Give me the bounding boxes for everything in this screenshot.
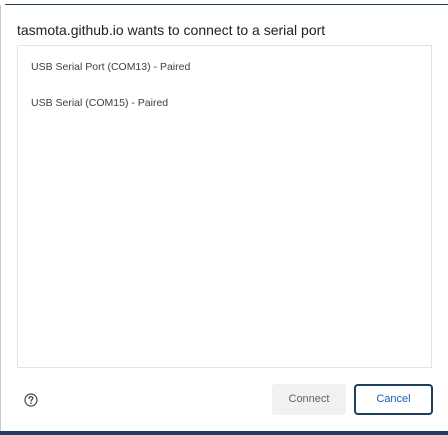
dialog-left-border — [0, 5, 1, 431]
dialog-title: tasmota.github.io wants to connect to a … — [17, 22, 326, 38]
dialog-top-border — [5, 4, 448, 5]
serial-port-dialog: tasmota.github.io wants to connect to a … — [0, 0, 448, 435]
device-list[interactable]: USB Serial Port (COM13) - Paired USB Ser… — [17, 45, 432, 368]
device-item-com13[interactable]: USB Serial Port (COM13) - Paired — [31, 61, 190, 73]
dialog-bottom-border — [0, 431, 448, 435]
connect-button[interactable]: Connect — [272, 384, 346, 415]
help-icon[interactable] — [24, 393, 38, 407]
cancel-button[interactable]: Cancel — [354, 384, 433, 415]
device-item-com15[interactable]: USB Serial (COM15) - Paired — [31, 97, 168, 109]
